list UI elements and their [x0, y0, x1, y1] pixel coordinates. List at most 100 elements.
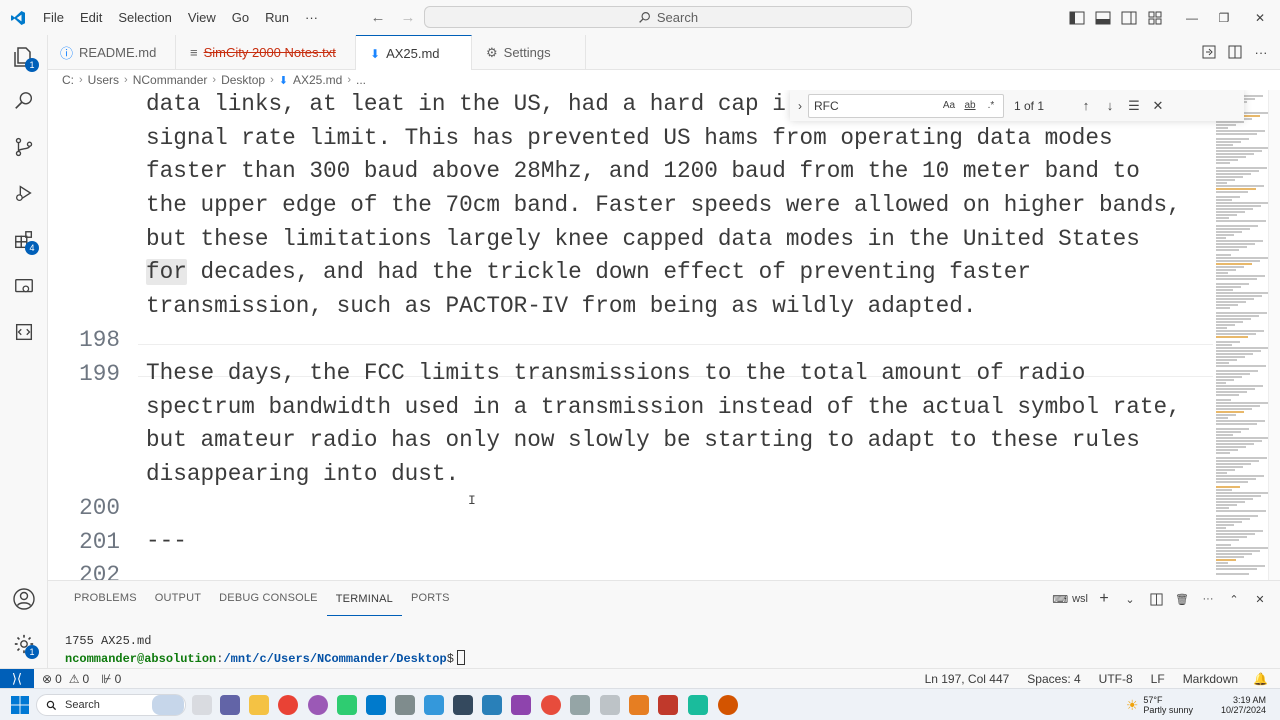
language-mode[interactable]: Markdown: [1174, 672, 1247, 686]
new-terminal-plus-icon[interactable]: +: [1094, 589, 1114, 609]
manage-gear-icon[interactable]: 1: [0, 622, 48, 666]
find-input[interactable]: RFC Aa ab .*: [808, 93, 1004, 118]
minimize-icon[interactable]: —: [1176, 0, 1208, 35]
app-icon[interactable]: [658, 695, 678, 715]
vlc-icon[interactable]: [629, 695, 649, 715]
source-control-icon[interactable]: [0, 125, 48, 169]
notifications-bell-icon[interactable]: 🔔: [1247, 672, 1280, 686]
file-explorer-icon[interactable]: [249, 695, 269, 715]
tab-ax25[interactable]: ⬇ AX25.md: [356, 35, 472, 71]
minimap[interactable]: [1213, 90, 1270, 580]
remote-indicator-icon[interactable]: ⟩⟨: [0, 668, 34, 689]
weather-widget[interactable]: ☀ 57°F Partly sunny: [1126, 695, 1193, 715]
kill-terminal-trash-icon[interactable]: 🗑: [1172, 589, 1192, 609]
breadcrumb-file[interactable]: AX25.md: [293, 73, 342, 87]
app-icon[interactable]: [570, 695, 590, 715]
forward-arrow-icon[interactable]: →: [396, 6, 420, 28]
search-view-icon[interactable]: [0, 79, 48, 123]
find-in-selection-icon[interactable]: ☰: [1122, 94, 1146, 118]
app-icon[interactable]: [453, 695, 473, 715]
tab-simcity-notes[interactable]: ≡ SimCity 2000 Notes.txt: [176, 35, 356, 70]
extensions-icon[interactable]: 4: [0, 218, 48, 262]
breadcrumb-symbol[interactable]: ...: [356, 73, 366, 87]
close-panel-icon[interactable]: ✕: [1250, 589, 1270, 609]
more-actions-icon[interactable]: ···: [1250, 41, 1272, 63]
toggle-panel-icon[interactable]: [1090, 7, 1116, 29]
panel-more-icon[interactable]: ···: [1198, 589, 1218, 609]
windows-start-icon[interactable]: [10, 695, 30, 715]
tab-output[interactable]: OUTPUT: [146, 581, 210, 616]
explorer-icon[interactable]: 1: [0, 35, 48, 79]
clock[interactable]: 3:19 AM 10/27/2024: [1221, 695, 1266, 715]
menu-view[interactable]: View: [180, 7, 224, 29]
breadcrumb-drive[interactable]: C:: [62, 73, 74, 87]
testing-icon[interactable]: [0, 310, 48, 354]
toggle-primary-sidebar-icon[interactable]: [1064, 7, 1090, 29]
editor-area[interactable]: data links, at leat in the US, had a har…: [48, 90, 1280, 580]
menu-selection[interactable]: Selection: [110, 7, 179, 29]
app-icon[interactable]: [424, 695, 444, 715]
terminal-shell-selector[interactable]: ⌨ wsl: [1052, 589, 1088, 609]
task-view-icon[interactable]: [192, 695, 212, 715]
code-text-area[interactable]: data links, at leat in the US, had a har…: [48, 90, 1213, 580]
chrome-icon[interactable]: [278, 695, 298, 715]
customize-layout-icon[interactable]: [1142, 7, 1168, 29]
restore-icon[interactable]: ❐: [1208, 0, 1240, 35]
app-icon[interactable]: [395, 695, 415, 715]
accounts-icon[interactable]: [0, 577, 48, 621]
match-case-toggle[interactable]: Aa: [940, 97, 958, 115]
close-find-icon[interactable]: ✕: [1146, 94, 1170, 118]
toggle-secondary-sidebar-icon[interactable]: [1116, 7, 1142, 29]
tab-settings[interactable]: ⚙ Settings: [472, 35, 586, 70]
menu-run[interactable]: Run: [257, 7, 297, 29]
search-highlight-icon[interactable]: [152, 695, 184, 715]
firefox-icon[interactable]: [718, 695, 738, 715]
breadcrumb-user[interactable]: NCommander: [133, 73, 208, 87]
indentation[interactable]: Spaces: 4: [1018, 672, 1089, 686]
vertical-scrollbar[interactable]: [1268, 90, 1280, 580]
cursor-position[interactable]: Ln 197, Col 447: [916, 672, 1019, 686]
next-match-arrow-down-icon[interactable]: ↓: [1098, 94, 1122, 118]
app-icon[interactable]: [688, 695, 708, 715]
tab-problems[interactable]: PROBLEMS: [65, 581, 146, 616]
split-editor-icon[interactable]: [1224, 41, 1246, 63]
open-preview-icon[interactable]: [1198, 41, 1220, 63]
remote-explorer-icon[interactable]: [0, 265, 48, 309]
split-terminal-icon[interactable]: [1146, 589, 1166, 609]
terminal-output[interactable]: 1755 AX25.md ncommander@absolution:/mnt/…: [65, 633, 465, 668]
ports-indicator[interactable]: ⊮ 0: [95, 672, 127, 686]
tab-readme[interactable]: ⓘ README.md: [48, 35, 176, 70]
app-icon[interactable]: [541, 695, 561, 715]
menu-file[interactable]: File: [35, 7, 72, 29]
teams-icon[interactable]: [220, 695, 240, 715]
tab-ports[interactable]: PORTS: [402, 581, 459, 616]
breadcrumb-users[interactable]: Users: [88, 73, 119, 87]
run-debug-icon[interactable]: [0, 171, 48, 215]
maximize-panel-icon[interactable]: ⌃: [1224, 589, 1244, 609]
notepad-icon[interactable]: [337, 695, 357, 715]
tab-label: SimCity 2000 Notes.txt: [203, 45, 336, 60]
menu-more[interactable]: ···: [297, 7, 326, 29]
previous-match-arrow-up-icon[interactable]: ↑: [1074, 94, 1098, 118]
use-regex-toggle[interactable]: .*: [982, 97, 1000, 115]
launch-profile-chevron-icon[interactable]: ⌄: [1120, 589, 1140, 609]
tab-terminal[interactable]: TERMINAL: [326, 582, 402, 616]
encoding[interactable]: UTF-8: [1090, 672, 1142, 686]
end-of-line[interactable]: LF: [1142, 672, 1174, 686]
toggle-replace-chevron-icon[interactable]: ›: [792, 94, 808, 118]
back-arrow-icon[interactable]: ←: [366, 6, 390, 28]
breadcrumb-desktop[interactable]: Desktop: [221, 73, 265, 87]
menu-go[interactable]: Go: [224, 7, 257, 29]
app-icon[interactable]: [600, 695, 620, 715]
app-icon[interactable]: [482, 695, 502, 715]
problems-indicator[interactable]: ⊗ 0 ⚠ 0: [36, 672, 95, 686]
app-icon[interactable]: [511, 695, 531, 715]
tab-debug-console[interactable]: DEBUG CONSOLE: [210, 581, 327, 616]
discord-icon[interactable]: [308, 695, 328, 715]
close-window-icon[interactable]: ✕: [1240, 0, 1280, 35]
vscode-taskbar-icon[interactable]: [366, 695, 386, 715]
match-whole-word-toggle[interactable]: ab: [961, 97, 979, 115]
minimap-line: [1216, 211, 1245, 213]
command-center-search[interactable]: Search: [424, 6, 912, 28]
menu-edit[interactable]: Edit: [72, 7, 110, 29]
